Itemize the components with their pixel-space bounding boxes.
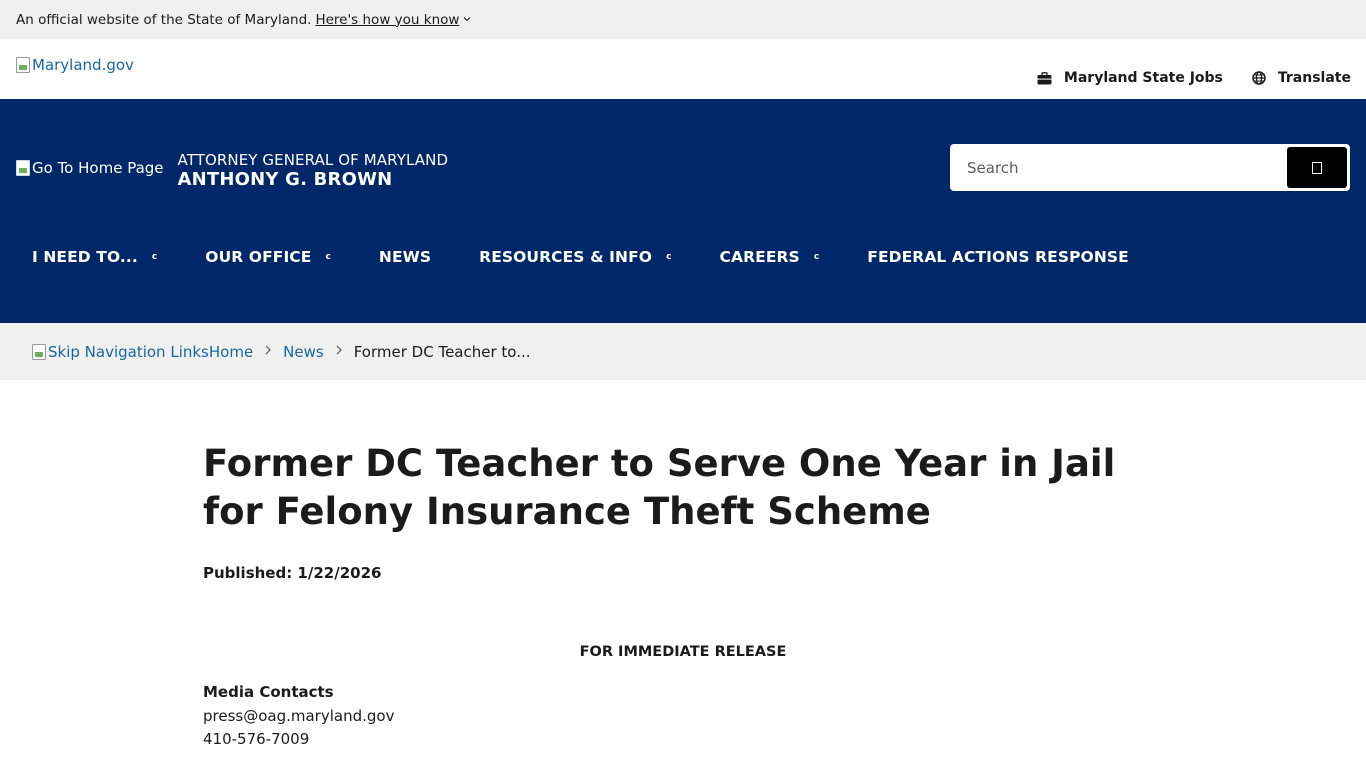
nav-item-resources-info[interactable]: RESOURCES & INFO c [463, 248, 687, 266]
article-content: Former DC Teacher to Serve One Year in J… [0, 440, 1366, 748]
briefcase-icon [1037, 70, 1053, 86]
breadcrumb-skip-navigation[interactable]: Skip Navigation Links [32, 343, 209, 361]
immediate-release-label: FOR IMMEDIATE RELEASE [579, 644, 787, 660]
dropdown-caret-icon: c [325, 252, 331, 262]
translate-link[interactable]: Translate [1251, 70, 1351, 86]
broken-image-icon [16, 160, 30, 176]
published-date: Published: 1/22/2026 [203, 564, 382, 582]
home-image-alt: Go To Home Page [32, 159, 164, 177]
search-input[interactable] [953, 147, 1287, 188]
search-button[interactable] [1287, 147, 1347, 188]
brand: Go To Home Page ATTORNEY GENERAL OF MARY… [16, 151, 448, 190]
search-icon [1312, 161, 1322, 174]
media-contact-email: press@oag.maryland.gov [203, 707, 395, 725]
breadcrumb-news[interactable]: News [283, 343, 324, 361]
dropdown-caret-icon: c [813, 252, 820, 262]
maryland-state-jobs-link[interactable]: Maryland State Jobs [1037, 70, 1223, 86]
nav-item-news[interactable]: NEWS [363, 248, 447, 266]
official-site-banner: An official website of the State of Mary… [0, 0, 1366, 39]
utility-links: Maryland State Jobs Translate [1037, 39, 1351, 99]
chevron-right-icon [265, 344, 272, 359]
globe-icon [1251, 70, 1267, 86]
breadcrumb-home[interactable]: Home [209, 343, 253, 361]
dropdown-caret-icon: c [666, 252, 672, 262]
maryland-state-jobs-label: Maryland State Jobs [1063, 70, 1223, 86]
official-site-text: An official website of the State of Mary… [16, 11, 312, 28]
nav-item-federal-actions-response[interactable]: FEDERAL ACTIONS RESPONSE [851, 248, 1145, 266]
search-box [950, 144, 1350, 191]
nav-item-careers[interactable]: CAREERS c [704, 248, 836, 266]
nav-item-label: I NEED TO... [32, 248, 138, 266]
nav-item-label: CAREERS [719, 248, 800, 266]
page-title: Former DC Teacher to Serve One Year in J… [203, 442, 1116, 533]
site-header: Go To Home Page ATTORNEY GENERAL OF MARY… [0, 99, 1366, 323]
broken-image-icon [16, 57, 30, 73]
breadcrumb-current: Former DC Teacher to... [353, 342, 531, 361]
dropdown-caret-icon: c [151, 252, 158, 262]
skip-navigation-alt: Skip Navigation Links [48, 342, 209, 361]
nav-item-i-need-to[interactable]: I NEED TO... c [16, 248, 173, 266]
chevron-down-icon [463, 14, 471, 25]
maryland-gov-logo-alt: Maryland.gov [32, 56, 134, 74]
broken-image-icon [32, 343, 46, 360]
nav-item-label: RESOURCES & INFO [479, 248, 653, 266]
maryland-gov-logo[interactable]: Maryland.gov [16, 56, 134, 74]
go-to-home-page-link[interactable]: Go To Home Page [16, 159, 164, 177]
heres-how-you-know-link[interactable]: Here's how you know [315, 12, 471, 28]
chevron-right-icon [336, 344, 342, 359]
media-contacts-heading: Media Contacts [203, 683, 334, 701]
utility-bar: Maryland.gov Maryland State Jobs Transla… [0, 39, 1366, 99]
nav-item-label: OUR OFFICE [205, 248, 312, 266]
agency-name: ATTORNEY GENERAL OF MARYLAND [177, 151, 449, 169]
attorney-general-name: ANTHONY G. BROWN [177, 169, 393, 190]
nav-item-our-office[interactable]: OUR OFFICE c [189, 248, 347, 266]
nav-item-label: FEDERAL ACTIONS RESPONSE [867, 248, 1129, 266]
media-contact-phone: 410-576-7009 [203, 730, 310, 748]
heres-how-you-know-label: Here's how you know [315, 11, 460, 28]
translate-label: Translate [1277, 70, 1351, 86]
breadcrumb: Skip Navigation Links Home News Former D… [0, 323, 1366, 380]
main-nav: I NEED TO... c OUR OFFICE c NEWS RESOURC… [16, 241, 1161, 273]
brand-text: ATTORNEY GENERAL OF MARYLAND ANTHONY G. … [178, 151, 449, 190]
nav-item-label: NEWS [378, 248, 432, 266]
